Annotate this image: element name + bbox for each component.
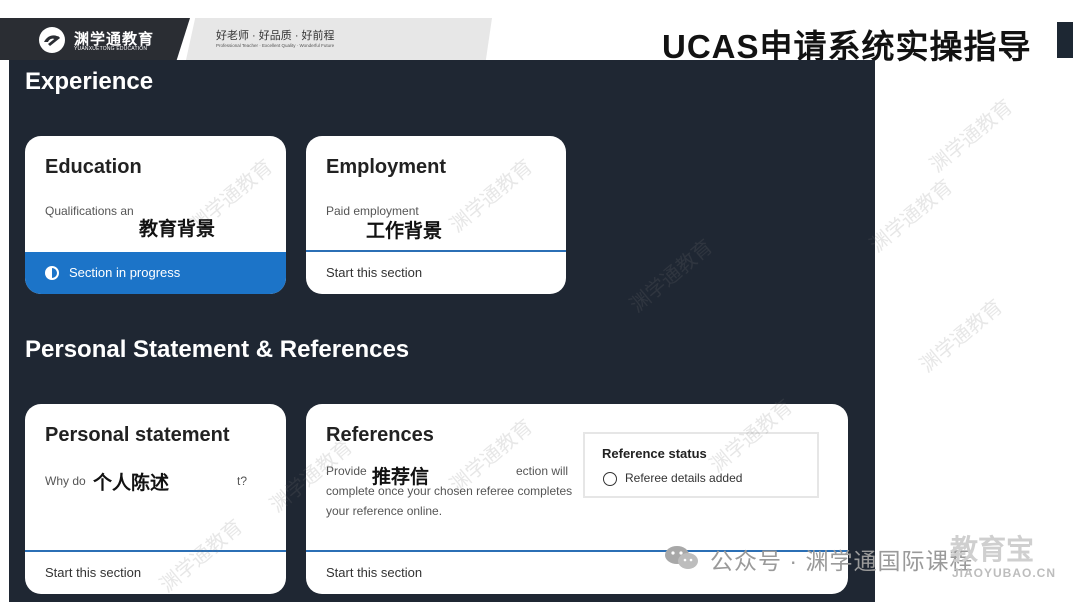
slogan: 好老师 · 好品质 · 好前程 — [216, 30, 335, 42]
reference-status-title: Reference status — [602, 446, 707, 461]
references-annotation: 推荐信 — [372, 467, 430, 488]
half-circle-progress-icon — [45, 266, 59, 280]
corner-watermark: 教育宝 — [950, 534, 1035, 565]
start-section-link[interactable]: Start this section — [326, 265, 422, 280]
title-accent-bar — [1057, 22, 1073, 58]
brand-subtitle: YUANXUETONG EDUCATION — [74, 46, 148, 52]
card-title: Employment — [326, 156, 447, 178]
card-description-line3: your reference online. — [326, 504, 443, 518]
corner-watermark-url: JIAOYUBAO.CN — [952, 566, 1057, 580]
slogan-subtitle: Professional Teacher · Excellent Quality… — [216, 43, 335, 48]
card-divider — [25, 550, 286, 552]
section-status-bar[interactable]: Section in progress — [25, 252, 286, 294]
empty-circle-status-icon — [603, 472, 617, 486]
watermark: 渊学通教育 — [916, 295, 1007, 377]
reference-status-box: Reference status Referee details added — [583, 432, 819, 498]
card-divider — [306, 250, 566, 252]
personal-statement-annotation: 个人陈述 — [93, 473, 170, 494]
start-section-link[interactable]: Start this section — [326, 565, 422, 580]
personal-statement-card[interactable]: Personal statement Why do t? 个人陈述 Start … — [25, 404, 286, 594]
personal-references-heading: Personal Statement & References — [25, 336, 410, 363]
wechat-account-label: 公众号 · 渊学通国际课程 — [710, 548, 974, 574]
application-hub-panel: Experience Education Qualifications an 教… — [9, 60, 875, 602]
card-description: Qualifications an — [45, 204, 134, 218]
watermark: 渊学通教育 — [866, 175, 957, 257]
card-title: Education — [45, 156, 142, 178]
section-status-label: Section in progress — [69, 265, 181, 280]
employment-card[interactable]: Employment Paid employment 工作背景 Start th… — [306, 136, 566, 294]
experience-heading: Experience — [25, 68, 154, 95]
start-section-link[interactable]: Start this section — [45, 565, 141, 580]
wechat-icon — [665, 546, 698, 569]
card-description-start: Why do — [45, 474, 86, 488]
card-description-line1-end: ection will — [516, 464, 569, 478]
card-description-line2: complete once your chosen referee comple… — [326, 484, 573, 498]
card-title: Personal statement — [45, 424, 230, 446]
employment-annotation: 工作背景 — [366, 221, 443, 242]
brand-logo-icon — [39, 27, 65, 53]
card-description-end: t? — [237, 474, 248, 488]
watermark: 渊学通教育 — [926, 95, 1017, 177]
